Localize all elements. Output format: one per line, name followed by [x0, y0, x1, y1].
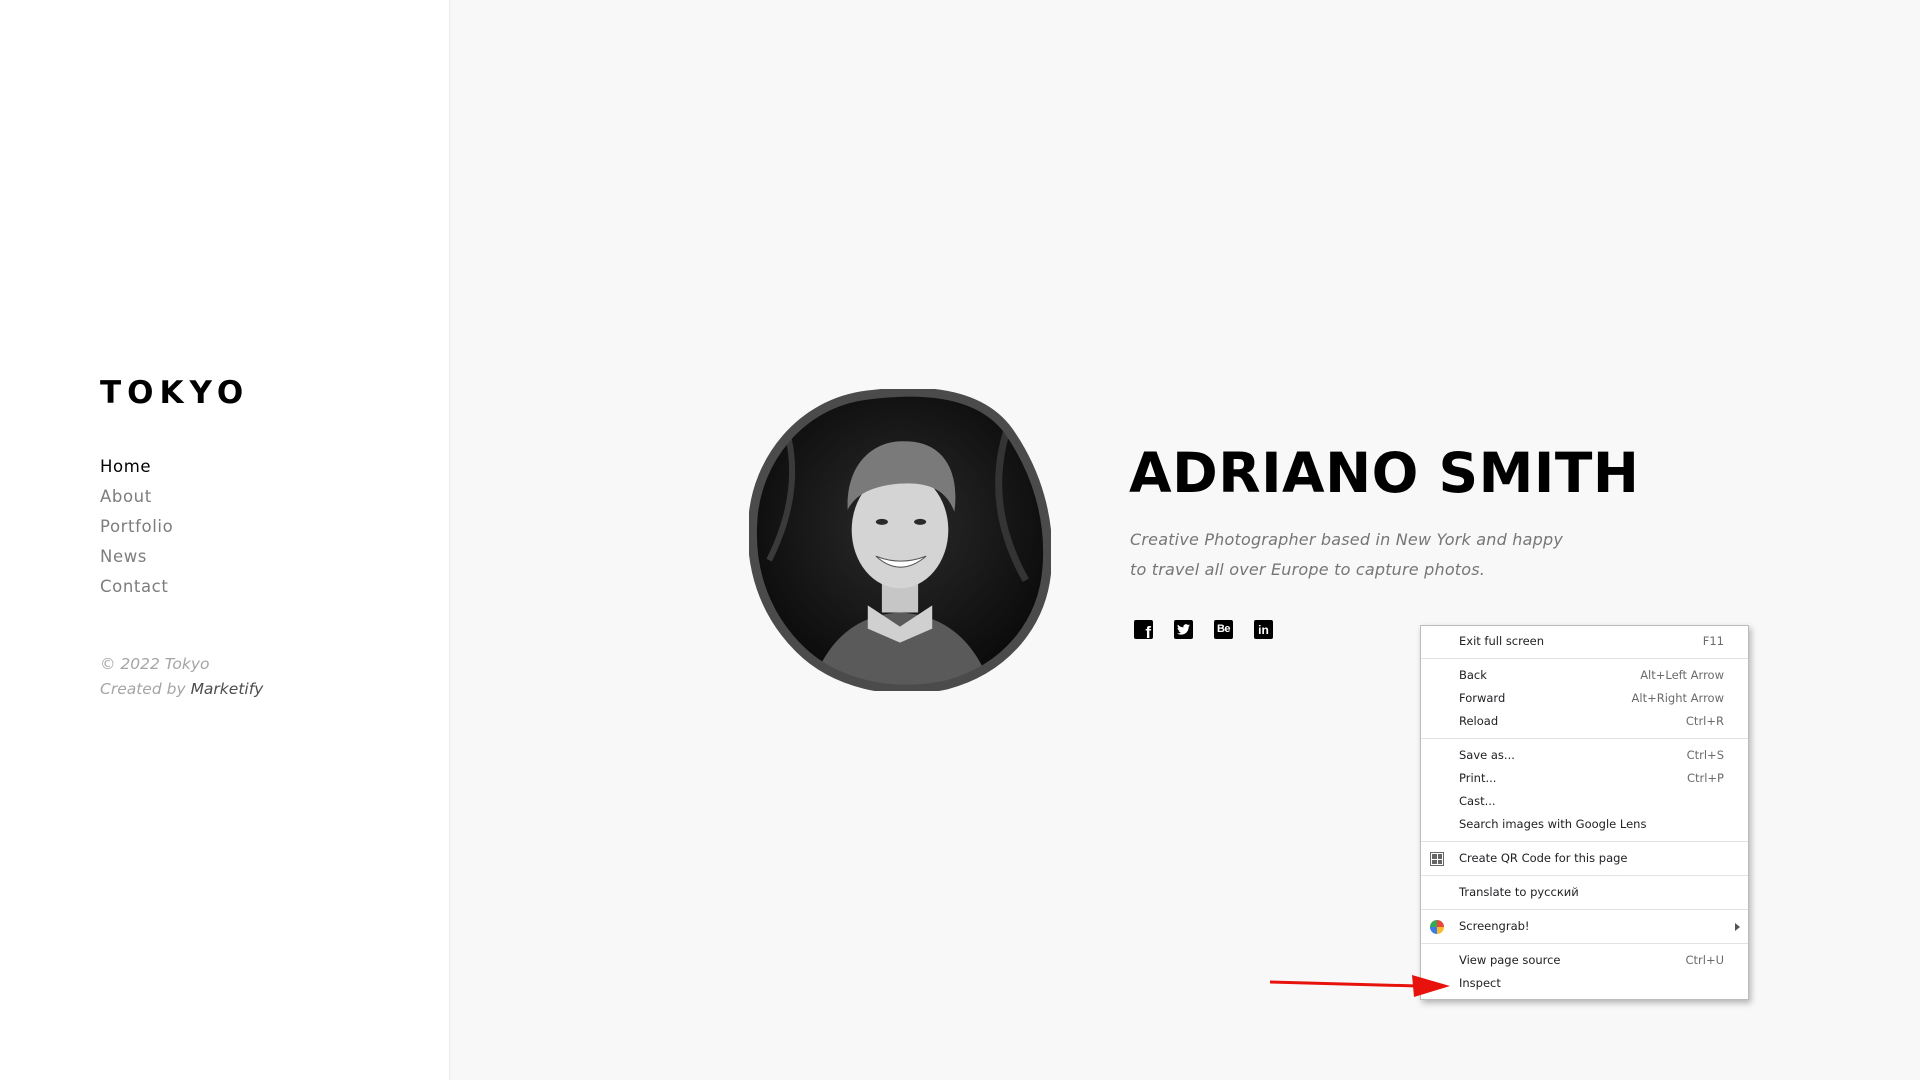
menu-search-google-lens-label: Search images with Google Lens [1459, 817, 1647, 831]
menu-translate[interactable]: Translate to русский [1421, 881, 1748, 904]
browser-context-menu: Exit full screen F11 Back Alt+Left Arrow F… [1420, 625, 1749, 1000]
profile-avatar [749, 389, 1051, 691]
created-by: Created by Marketify [100, 677, 263, 702]
menu-forward-shortcut: Alt+Right Arrow [1631, 691, 1724, 705]
menu-inspect[interactable]: Inspect [1421, 972, 1748, 995]
menu-forward[interactable]: Forward Alt+Right Arrow [1421, 687, 1748, 710]
menu-separator [1421, 658, 1748, 659]
twitter-icon[interactable] [1174, 620, 1193, 639]
menu-search-google-lens[interactable]: Search images with Google Lens [1421, 813, 1748, 836]
copyright: © 2022 Tokyo Created by Marketify [100, 652, 263, 702]
qr-code-icon [1430, 852, 1444, 866]
marketify-link[interactable]: Marketify [191, 680, 264, 698]
sidebar: TOKYO Home About Portfolio News Contact … [0, 0, 450, 1080]
nav-portfolio[interactable]: Portfolio [100, 517, 173, 536]
copyright-text: © 2022 Tokyo [100, 655, 210, 673]
social-links: f Be in [1134, 620, 1273, 639]
menu-cast[interactable]: Cast... [1421, 790, 1748, 813]
menu-print[interactable]: Print... Ctrl+P [1421, 767, 1748, 790]
menu-save-as-shortcut: Ctrl+S [1686, 748, 1724, 762]
main-nav: Home About Portfolio News Contact [100, 452, 173, 602]
menu-cast-label: Cast... [1459, 794, 1496, 808]
hero-description: Creative Photographer based in New York … [1130, 525, 1590, 585]
menu-separator [1421, 909, 1748, 910]
nav-home[interactable]: Home [100, 457, 151, 476]
menu-screengrab-label: Screengrab! [1459, 919, 1530, 933]
menu-view-page-source-shortcut: Ctrl+U [1685, 953, 1724, 967]
hero-description-line-2: to travel all over Europe to capture pho… [1130, 560, 1486, 579]
menu-back[interactable]: Back Alt+Left Arrow [1421, 664, 1748, 687]
site-logo[interactable]: TOKYO [100, 375, 249, 411]
menu-separator [1421, 943, 1748, 944]
menu-reload-shortcut: Ctrl+R [1685, 714, 1724, 728]
menu-forward-label: Forward [1459, 691, 1506, 705]
menu-save-as[interactable]: Save as... Ctrl+S [1421, 744, 1748, 767]
menu-print-label: Print... [1459, 771, 1497, 785]
menu-separator [1421, 738, 1748, 739]
created-by-prefix: Created by [100, 680, 186, 698]
nav-news[interactable]: News [100, 547, 147, 566]
menu-create-qr-code-label: Create QR Code for this page [1459, 851, 1628, 865]
menu-print-shortcut: Ctrl+P [1686, 771, 1724, 785]
menu-view-page-source[interactable]: View page source Ctrl+U [1421, 949, 1748, 972]
menu-separator [1421, 841, 1748, 842]
menu-save-as-label: Save as... [1459, 748, 1515, 762]
nav-about[interactable]: About [100, 487, 152, 506]
menu-screengrab[interactable]: Screengrab! [1421, 915, 1748, 938]
linkedin-icon[interactable]: in [1254, 620, 1273, 639]
submenu-arrow-icon [1735, 923, 1740, 931]
behance-icon[interactable]: Be [1214, 620, 1233, 639]
nav-contact[interactable]: Contact [100, 577, 168, 596]
facebook-icon[interactable]: f [1134, 620, 1153, 639]
menu-back-shortcut: Alt+Left Arrow [1640, 668, 1724, 682]
menu-translate-label: Translate to русский [1459, 885, 1579, 899]
menu-inspect-label: Inspect [1459, 976, 1501, 990]
menu-separator [1421, 875, 1748, 876]
menu-exit-full-screen[interactable]: Exit full screen F11 [1421, 630, 1748, 653]
menu-exit-full-screen-label: Exit full screen [1459, 634, 1545, 648]
menu-view-page-source-label: View page source [1459, 953, 1561, 967]
menu-create-qr-code[interactable]: Create QR Code for this page [1421, 847, 1748, 870]
menu-back-label: Back [1459, 668, 1487, 682]
hero-name: ADRIANO SMITH [1129, 441, 1640, 505]
menu-reload[interactable]: Reload Ctrl+R [1421, 710, 1748, 733]
hero-description-line-1: Creative Photographer based in New York … [1130, 530, 1563, 549]
menu-exit-full-screen-shortcut: F11 [1702, 634, 1724, 648]
menu-reload-label: Reload [1459, 714, 1499, 728]
screengrab-icon [1430, 920, 1444, 934]
